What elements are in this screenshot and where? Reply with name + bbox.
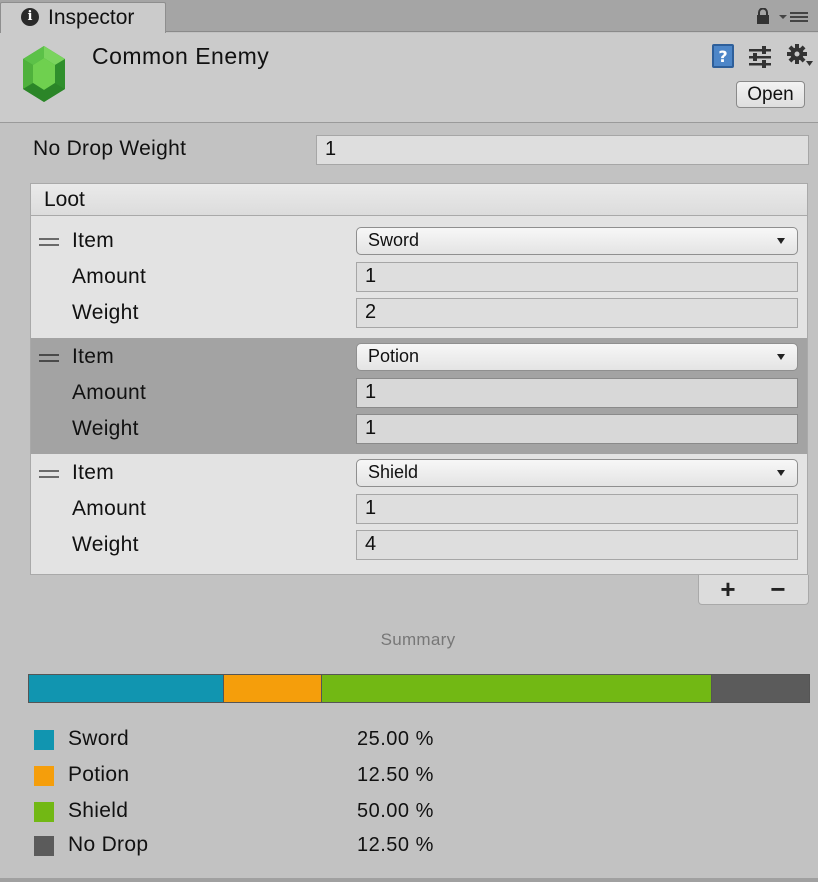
object-name: Common Enemy [92,43,270,69]
lock-icon[interactable] [756,8,770,24]
amount-field[interactable]: 1 [356,494,798,524]
legend-name-potion: Potion [68,763,130,786]
drag-handle-icon[interactable] [39,238,59,246]
tab-inspector[interactable]: i Inspector [0,2,166,33]
item-label: Item [72,229,115,252]
item-dropdown[interactable]: Potion [356,343,798,371]
item-label: Item [72,461,115,484]
legend-swatch-sword [34,730,54,750]
summary-title: Summary [380,630,456,649]
item-dropdown-value: Sword [368,230,420,250]
green-gem-icon [23,46,65,102]
tab-label: Inspector [48,6,135,29]
remove-element-button[interactable]: − [767,576,789,602]
tab-menu-icon[interactable] [778,10,810,24]
drop-chance-bar [28,674,810,703]
bar-segment-sword [29,675,224,702]
legend-name-no-drop: No Drop [68,833,149,856]
chevron-down-icon [777,238,785,244]
weight-field[interactable]: 1 [356,414,798,444]
weight-label: Weight [72,533,139,556]
item-dropdown[interactable]: Shield [356,459,798,487]
inspector-header: Common Enemy ? Open [0,33,818,123]
open-button[interactable]: Open [736,81,805,108]
gear-icon[interactable] [786,43,814,69]
legend-name-sword: Sword [68,727,130,750]
legend-percent-no-drop: 12.50 % [357,834,434,856]
drag-handle-icon[interactable] [39,354,59,362]
loot-list-header[interactable]: Loot [31,184,807,216]
tab-bar: i Inspector [0,0,818,33]
amount-label: Amount [72,497,147,520]
no-drop-weight-label: No Drop Weight [33,137,187,160]
loot-element-sword[interactable]: Item Sword Amount 1 Weight 2 [31,222,807,338]
loot-list: Loot Item Sword Amount 1 Weight 2 Item P… [30,183,808,575]
info-icon: i [21,8,39,26]
preset-sliders-icon[interactable] [748,45,772,69]
weight-field[interactable]: 2 [356,298,798,328]
list-footer: + − [698,575,809,605]
legend-percent-sword: 25.00 % [357,728,434,750]
item-dropdown-value: Potion [368,346,420,366]
weight-label: Weight [72,417,139,440]
legend-swatch-no-drop [34,836,54,856]
bottom-border [0,878,818,882]
bar-segment-shield [321,675,712,702]
legend-name-shield: Shield [68,799,129,822]
item-label: Item [72,345,115,368]
amount-label: Amount [72,265,147,288]
legend-percent-shield: 50.00 % [357,800,434,822]
legend-swatch-potion [34,766,54,786]
amount-label: Amount [72,381,147,404]
bar-segment-potion [224,675,322,702]
item-dropdown[interactable]: Sword [356,227,798,255]
legend-percent-potion: 12.50 % [357,764,434,786]
legend-swatch-shield [34,802,54,822]
chevron-down-icon [777,354,785,360]
item-dropdown-value: Shield [368,462,419,482]
no-drop-weight-field[interactable]: 1 [316,135,809,165]
drag-handle-icon[interactable] [39,470,59,478]
loot-element-potion[interactable]: Item Potion Amount 1 Weight 1 [31,338,807,454]
bar-segment-no-drop [711,675,809,702]
help-book-icon[interactable]: ? [710,43,736,69]
chevron-down-icon [777,470,785,476]
add-element-button[interactable]: + [717,576,739,602]
weight-field[interactable]: 4 [356,530,798,560]
amount-field[interactable]: 1 [356,262,798,292]
loot-title: Loot [44,188,85,211]
weight-label: Weight [72,301,139,324]
svg-text:?: ? [718,47,727,66]
loot-element-shield[interactable]: Item Shield Amount 1 Weight 4 [31,454,807,570]
amount-field[interactable]: 1 [356,378,798,408]
